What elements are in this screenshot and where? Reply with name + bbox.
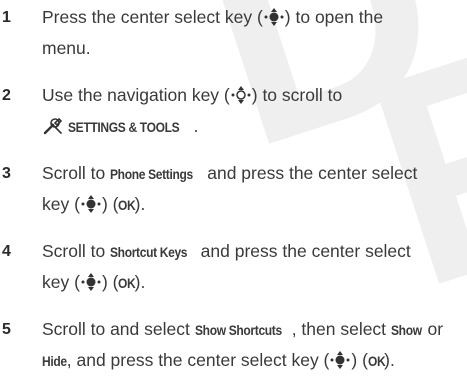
step-text-line2: key () (OK).: [42, 267, 462, 299]
center-select-key-icon: [81, 195, 101, 213]
settings-tools-icon: [43, 117, 63, 135]
step-text-line2: SETTINGS & TOOLS.: [42, 111, 462, 143]
menu-option: Show Shortcuts: [194, 322, 282, 338]
step-text-line2: Hide, and press the center select key ()…: [42, 345, 462, 377]
soft-key-label: OK: [118, 197, 136, 213]
menu-option: Show: [390, 322, 422, 338]
soft-key-label: OK: [118, 275, 136, 291]
center-select-key-icon: [330, 351, 350, 369]
navigation-key-icon: [231, 86, 251, 104]
step-text: Scroll to Shortcut Keys and press the ce…: [42, 236, 462, 268]
step-number: 3: [2, 165, 11, 182]
step-text: Press the center select key () to open t…: [42, 7, 384, 27]
step-text: Scroll to Phone Settings and press the c…: [42, 158, 462, 190]
step-number: 2: [2, 87, 11, 104]
soft-key-label: OK: [367, 353, 386, 369]
step-text: Use the navigation key () to scroll to: [42, 85, 343, 105]
step-number: 4: [2, 243, 11, 260]
step-number: 1: [2, 9, 11, 26]
step-text: Scroll to and select Show Shortcuts, the…: [42, 314, 462, 346]
center-select-key-icon: [264, 8, 284, 26]
step-number: 5: [2, 321, 11, 338]
menu-option: Phone Settings: [110, 166, 193, 182]
menu-name: SETTINGS & TOOLS: [68, 119, 180, 135]
menu-option: Hide: [42, 353, 67, 369]
step-text-line2: key () (OK).: [42, 189, 462, 221]
center-select-key-icon: [81, 273, 101, 291]
menu-option: Shortcut Keys: [110, 244, 188, 260]
step-text-line2: menu.: [42, 38, 91, 58]
